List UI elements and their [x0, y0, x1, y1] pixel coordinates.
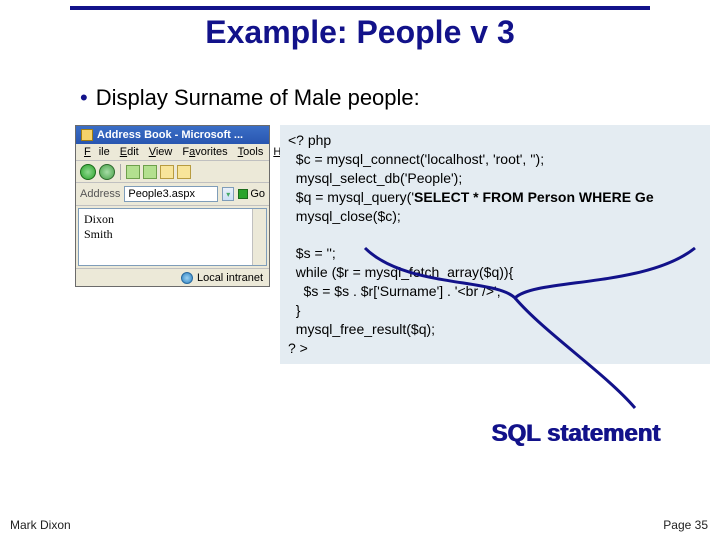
refresh-icon[interactable]	[143, 165, 157, 179]
home-icon[interactable]	[160, 165, 174, 179]
back-button-icon[interactable]	[80, 164, 96, 180]
address-label: Address	[80, 188, 120, 200]
slide-title: Example: People v 3	[0, 14, 720, 51]
list-item: Smith	[84, 227, 261, 242]
slide-top-rule	[70, 6, 650, 10]
status-text: Local intranet	[197, 272, 263, 284]
code-line: $c = mysql_connect('localhost', 'root', …	[288, 151, 544, 167]
browser-address-bar: Address People3.aspx ▾ Go	[76, 183, 269, 206]
footer-author: Mark Dixon	[10, 518, 71, 532]
address-input[interactable]: People3.aspx	[124, 186, 218, 202]
bullet-dot: •	[80, 85, 88, 110]
browser-toolbar	[76, 161, 269, 183]
forward-button-icon[interactable]	[99, 164, 115, 180]
code-line: mysql_select_db('People');	[288, 170, 462, 186]
bullet-text: Display Surname of Male people:	[96, 85, 420, 110]
browser-title-text: Address Book - Microsoft ...	[97, 129, 243, 141]
code-line: <? php	[288, 132, 331, 148]
search-icon[interactable]	[177, 165, 191, 179]
code-line	[288, 226, 292, 242]
go-arrow-icon	[238, 189, 248, 199]
book-icon	[81, 129, 93, 141]
browser-statusbar: Local intranet	[76, 268, 269, 286]
menu-file[interactable]: File	[80, 146, 114, 158]
browser-menubar: File Edit View Favorites Tools Help	[76, 144, 269, 161]
code-line: $s = '';	[288, 245, 336, 261]
code-line: }	[288, 302, 300, 318]
code-line: mysql_close($c);	[288, 208, 401, 224]
sql-statement-label: SQL statement	[491, 420, 660, 448]
list-item: Dixon	[84, 212, 261, 227]
address-dropdown-icon[interactable]: ▾	[222, 187, 234, 201]
slide-bullet: • Display Surname of Male people:	[80, 85, 420, 111]
scrollbar[interactable]	[252, 209, 266, 265]
browser-titlebar: Address Book - Microsoft ...	[76, 126, 269, 144]
go-button[interactable]: Go	[238, 188, 265, 200]
toolbar-separator	[120, 164, 121, 180]
code-line: $q = mysql_query('SELECT * FROM Person W…	[288, 189, 654, 205]
menu-edit[interactable]: Edit	[116, 146, 143, 158]
code-block: <? php $c = mysql_connect('localhost', '…	[280, 125, 710, 364]
browser-window: Address Book - Microsoft ... File Edit V…	[75, 125, 270, 287]
footer-page: Page 35	[663, 518, 708, 532]
code-line: while ($r = mysql_fetch_array($q)){	[288, 264, 513, 280]
code-line: mysql_free_result($q);	[288, 321, 435, 337]
menu-favorites[interactable]: Favorites	[178, 146, 231, 158]
menu-tools[interactable]: Tools	[234, 146, 268, 158]
stop-icon[interactable]	[126, 165, 140, 179]
code-line: ? >	[288, 340, 308, 356]
go-label: Go	[250, 188, 265, 200]
browser-content: Dixon Smith	[78, 208, 267, 266]
menu-view[interactable]: View	[145, 146, 177, 158]
globe-icon	[181, 272, 193, 284]
code-line: $s = $s . $r['Surname'] . '<br />';	[288, 283, 501, 299]
